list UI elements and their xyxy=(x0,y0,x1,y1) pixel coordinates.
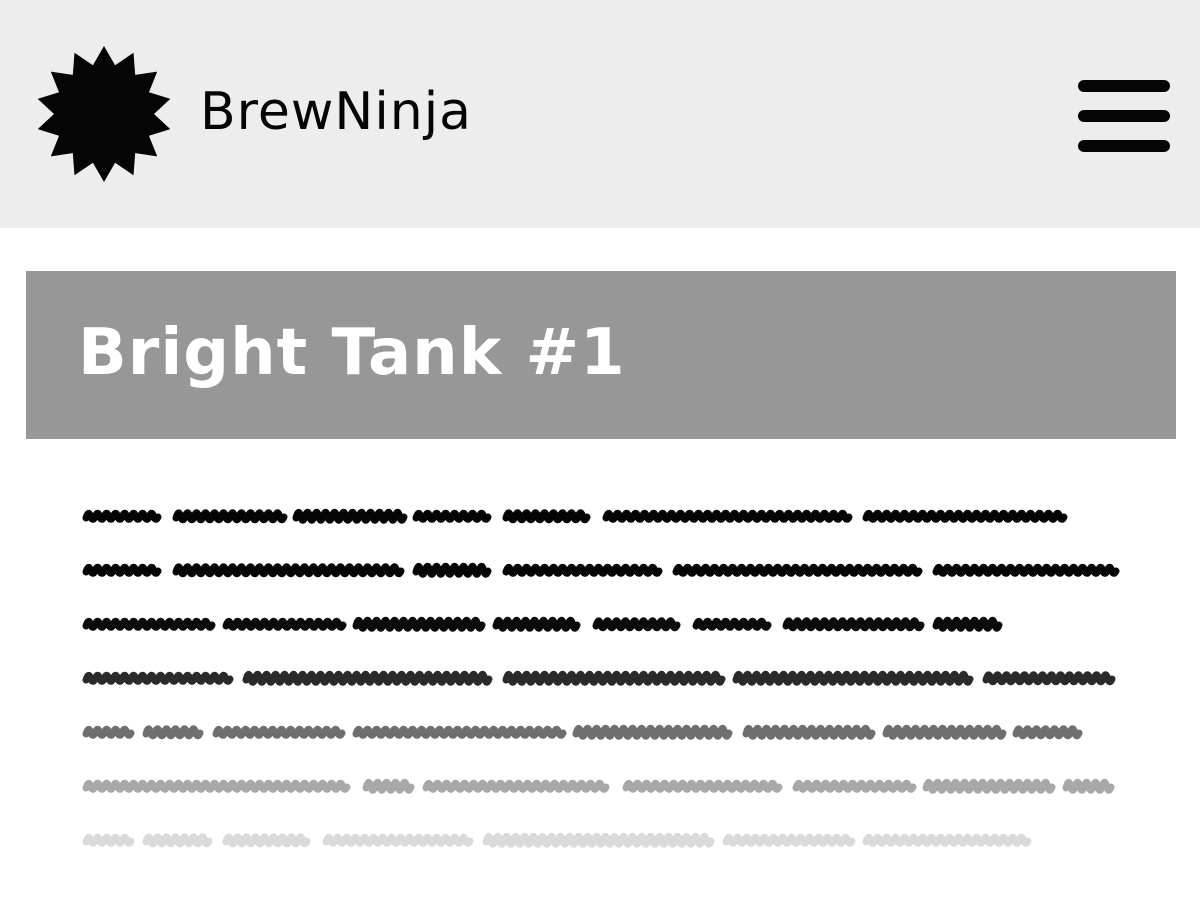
scribble-word xyxy=(352,725,567,739)
scribble-word xyxy=(502,563,663,577)
scribble-word xyxy=(82,671,234,685)
scribble-word xyxy=(572,724,733,740)
scribble-word xyxy=(862,509,1068,523)
brand-name[interactable]: BrewNinja xyxy=(200,76,472,148)
scribble-word xyxy=(982,671,1116,686)
scribble-word xyxy=(172,563,405,578)
scribble-word xyxy=(82,833,135,847)
scribble-word xyxy=(672,563,923,577)
scribble-word xyxy=(82,779,351,793)
placeholder-text-block xyxy=(82,508,1120,848)
scribble-word xyxy=(492,616,581,632)
scribble-word xyxy=(222,617,347,631)
scribble-word xyxy=(212,725,346,739)
scribble-word xyxy=(502,670,726,686)
scribble-word xyxy=(1062,778,1115,794)
scribble-word xyxy=(1012,725,1083,740)
scribble-word xyxy=(172,509,288,524)
scribble-word xyxy=(82,509,162,523)
scribble-word xyxy=(862,833,1032,847)
scribble-word xyxy=(622,779,783,793)
scribble-word xyxy=(412,509,492,523)
scribble-word xyxy=(482,832,715,848)
scribble-word xyxy=(292,508,408,524)
hamburger-line xyxy=(1078,140,1170,152)
scribble-word xyxy=(592,617,681,632)
scribble-word xyxy=(242,670,493,686)
scribble-word xyxy=(142,833,213,848)
scribble-word xyxy=(932,563,1120,577)
scribble-word xyxy=(222,833,311,848)
scribble-word xyxy=(732,670,974,686)
scribble-word xyxy=(142,725,204,740)
scribble-word xyxy=(362,778,415,794)
scribble-word xyxy=(742,724,876,740)
scribble-word xyxy=(82,725,135,739)
scribble-word xyxy=(782,617,925,632)
scribble-word xyxy=(882,724,1007,740)
scribble-word xyxy=(692,617,772,631)
scribble-word xyxy=(412,562,492,578)
scribble-word xyxy=(82,563,162,577)
hamburger-menu-button[interactable] xyxy=(1078,76,1170,156)
scribble-word xyxy=(352,616,486,632)
page-title: Bright Tank #1 xyxy=(78,316,626,390)
scribble-word xyxy=(922,778,1056,794)
scribble-word xyxy=(602,509,853,523)
app-header: BrewNinja xyxy=(0,0,1200,228)
scribble-word xyxy=(422,779,610,793)
hamburger-line xyxy=(1078,110,1170,122)
starburst-icon[interactable] xyxy=(34,44,174,184)
scribble-word xyxy=(82,617,216,631)
scribble-word xyxy=(792,779,917,793)
scribble-word xyxy=(322,833,474,847)
scribble-word xyxy=(932,616,1003,632)
scribble-word xyxy=(722,833,856,847)
scribble-word xyxy=(502,509,591,524)
hamburger-line xyxy=(1078,80,1170,92)
